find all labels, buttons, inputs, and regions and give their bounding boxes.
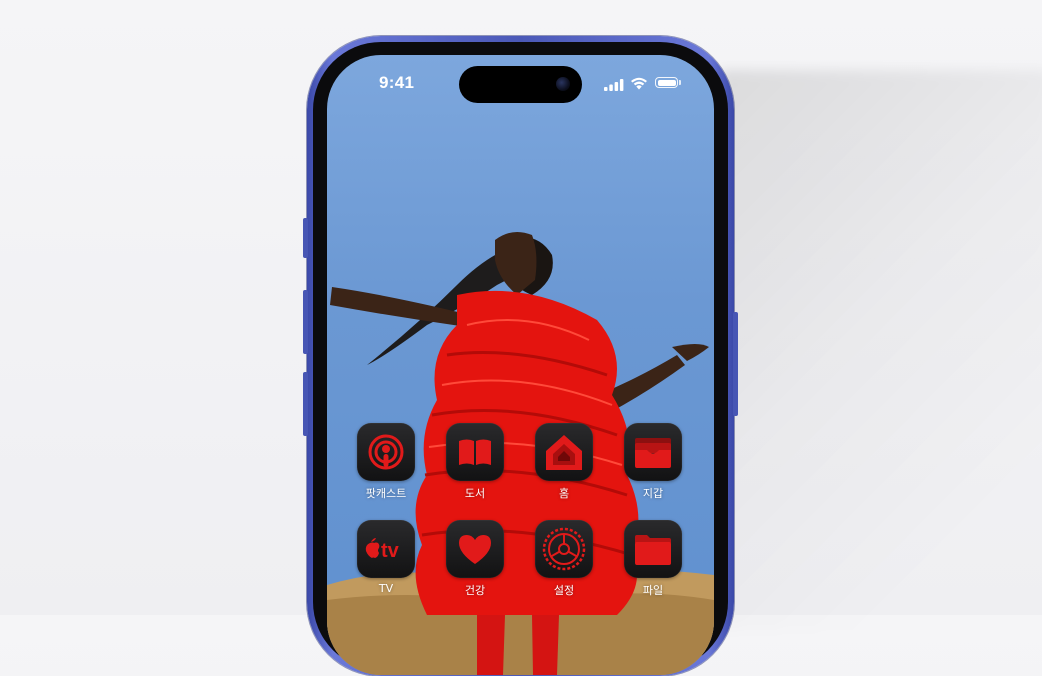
app-label: 건강	[464, 584, 486, 597]
settings-icon	[535, 520, 593, 578]
svg-text:tv: tv	[381, 540, 400, 562]
app-wallet[interactable]: 지갑	[623, 423, 683, 501]
app-health[interactable]: 건강	[445, 520, 505, 598]
podcasts-icon	[357, 423, 415, 481]
wallet-icon	[624, 423, 682, 481]
dynamic-island	[459, 66, 582, 103]
app-files[interactable]: 파일	[623, 520, 683, 598]
books-icon	[446, 423, 504, 481]
appletv-icon: tv	[357, 520, 415, 578]
action-button	[303, 218, 308, 258]
side-button	[733, 312, 738, 416]
home-screen: 9:41 팟캐스트 도서 홈 지갑 tv TV 건강 설정 파일	[327, 55, 714, 675]
phone-shadow	[720, 70, 1042, 630]
app-label: 도서	[464, 487, 486, 500]
battery-tip	[679, 80, 681, 85]
app-settings[interactable]: 설정	[534, 520, 594, 598]
health-icon	[446, 520, 504, 578]
app-label: 팟캐스트	[365, 487, 407, 500]
app-home[interactable]: 홈	[534, 423, 594, 501]
volume-up-button	[303, 290, 308, 354]
front-camera	[556, 77, 570, 91]
wifi-icon	[631, 77, 647, 90]
cellular-signal-icon	[604, 79, 624, 91]
app-label: TV	[378, 582, 394, 595]
status-bar: 9:41	[327, 55, 714, 115]
app-label: 홈	[558, 487, 570, 500]
app-tv[interactable]: tv TV	[356, 520, 416, 595]
app-label: 지갑	[642, 487, 664, 500]
app-books[interactable]: 도서	[445, 423, 505, 501]
app-podcasts[interactable]: 팟캐스트	[356, 423, 416, 501]
status-time: 9:41	[379, 73, 415, 92]
app-label: 설정	[553, 584, 575, 597]
app-label: 파일	[642, 584, 664, 597]
files-icon	[624, 520, 682, 578]
volume-down-button	[303, 372, 308, 436]
battery-icon	[655, 77, 678, 88]
home-icon	[535, 423, 593, 481]
